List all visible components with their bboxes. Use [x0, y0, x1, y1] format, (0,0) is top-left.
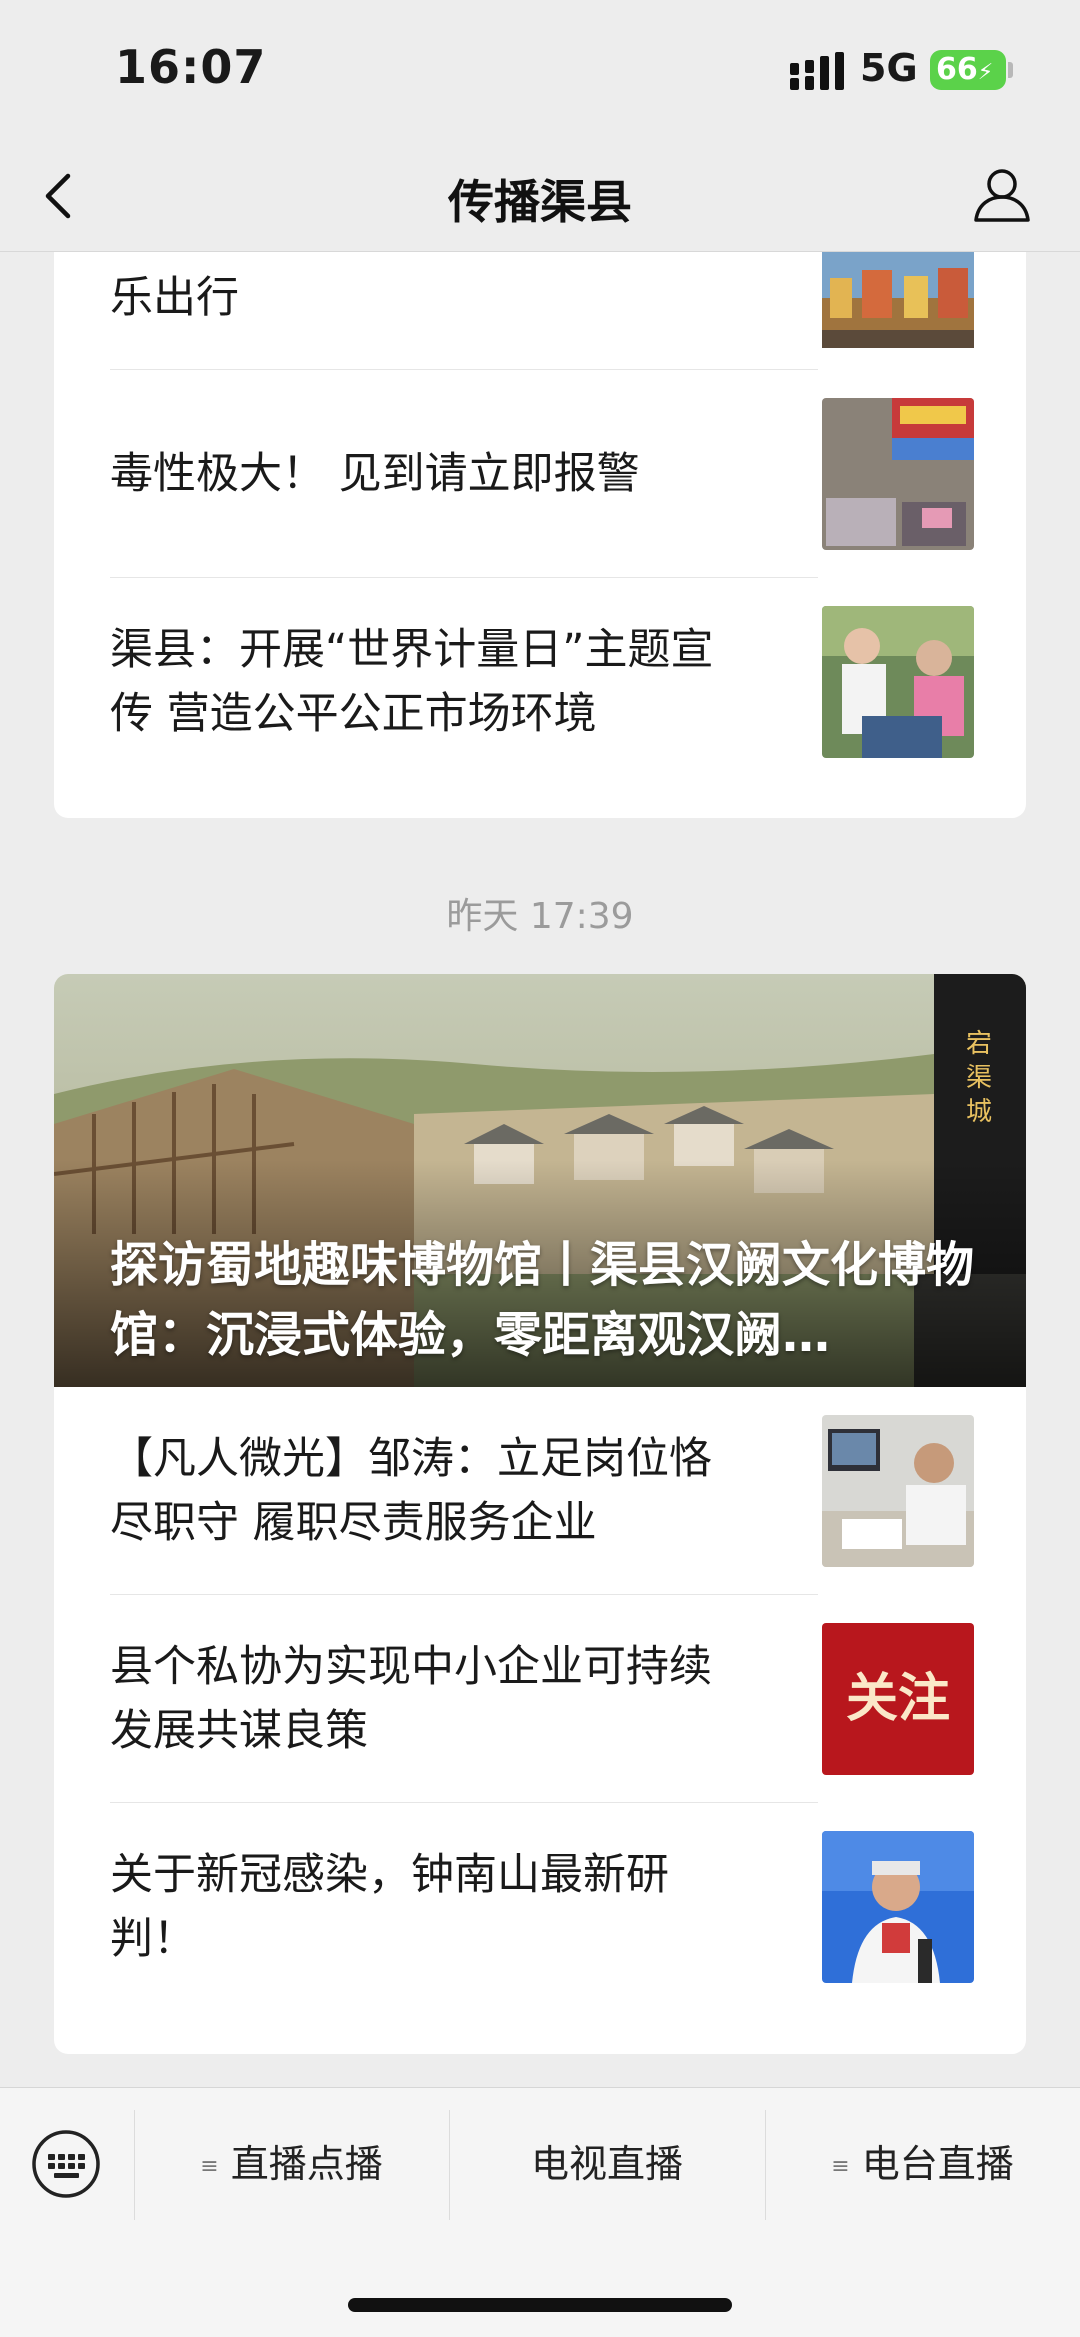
article-thumbnail: [822, 398, 974, 550]
article-title: 毒性极大！ 见到请立即报警: [110, 449, 640, 499]
article-thumbnail: [822, 1831, 974, 1983]
battery-icon: 66⚡: [930, 50, 1006, 90]
status-time: 16:07: [115, 40, 267, 94]
article-item[interactable]: 县个私协为实现中小企业可持续发展共谋良策 关注: [110, 1595, 974, 1803]
article-item[interactable]: 渠县：开展“世界计量日”主题宣传 营造公平公正市场环境: [110, 578, 974, 786]
network-type: 5G: [860, 46, 918, 90]
article-item[interactable]: 毒性极大！ 见到请立即报警: [110, 370, 974, 578]
hero-title: 探访蜀地趣味博物馆丨渠县汉阙文化博物馆：沉浸式体验，零距离观汉阙…: [110, 1237, 975, 1363]
page-title: 传播渠县: [448, 175, 632, 229]
article-item[interactable]: 【凡人微光】邹涛：立足岗位恪尽职守 履职尽责服务企业: [110, 1387, 974, 1595]
menu-item-label: 电视直播: [530, 2142, 683, 2186]
article-title: 渠县：开展“世界计量日”主题宣传 营造公平公正市场环境: [110, 625, 714, 739]
article-thumbnail: [822, 1415, 974, 1567]
hero-article[interactable]: 宕 渠 城 探访蜀地趣味博物馆丨渠县汉阙文化博物馆：沉浸式体验，零距离观汉阙…: [54, 974, 1026, 1387]
menu-item-radio-live[interactable]: ≡ 电台直播: [765, 2108, 1080, 2220]
nav-bar: 传播渠县: [0, 140, 1080, 252]
home-indicator[interactable]: [348, 2298, 732, 2312]
status-bar: 16:07 5G 66⚡: [0, 0, 1080, 140]
submenu-icon: ≡: [200, 2154, 219, 2179]
article-item[interactable]: 乐出行: [110, 252, 974, 370]
keyboard-icon[interactable]: [30, 2128, 102, 2200]
thumbnail-label: 关注: [845, 1669, 950, 1729]
article-thumbnail: [822, 606, 974, 758]
menu-item-live-vod[interactable]: ≡ 直播点播: [134, 2108, 449, 2220]
battery-level: 66: [936, 52, 978, 87]
article-title: 乐出行: [110, 273, 239, 323]
article-title: 县个私协为实现中小企业可持续发展共谋良策: [110, 1642, 712, 1756]
battery-tip: [1008, 62, 1013, 78]
profile-icon[interactable]: [972, 164, 1032, 224]
message-list[interactable]: 乐出行 毒性极大！ 见到请立即报警 渠县：开展“世界计量日”主题宣传 营造公平公…: [0, 252, 1080, 2087]
menu-item-tv-live[interactable]: 电视直播: [449, 2108, 765, 2220]
article-card: 乐出行 毒性极大！ 见到请立即报警 渠县：开展“世界计量日”主题宣传 营造公平公…: [54, 252, 1026, 818]
article-title: 关于新冠感染，钟南山最新研判！: [110, 1850, 669, 1964]
article-thumbnail: 关注: [822, 1623, 974, 1775]
article-item[interactable]: 关于新冠感染，钟南山最新研判！: [110, 1803, 974, 2011]
article-card: 宕 渠 城 探访蜀地趣味博物馆丨渠县汉阙文化博物馆：沉浸式体验，零距离观汉阙… …: [54, 974, 1026, 2054]
signal-icon: [790, 52, 844, 90]
menu-item-label: 直播点播: [230, 2142, 383, 2186]
article-title: 【凡人微光】邹涛：立足岗位恪尽职守 履职尽责服务企业: [110, 1434, 712, 1548]
menu-item-label: 电台直播: [861, 2142, 1014, 2186]
submenu-icon: ≡: [831, 2154, 850, 2179]
message-timestamp: 昨天 17:39: [446, 896, 634, 937]
